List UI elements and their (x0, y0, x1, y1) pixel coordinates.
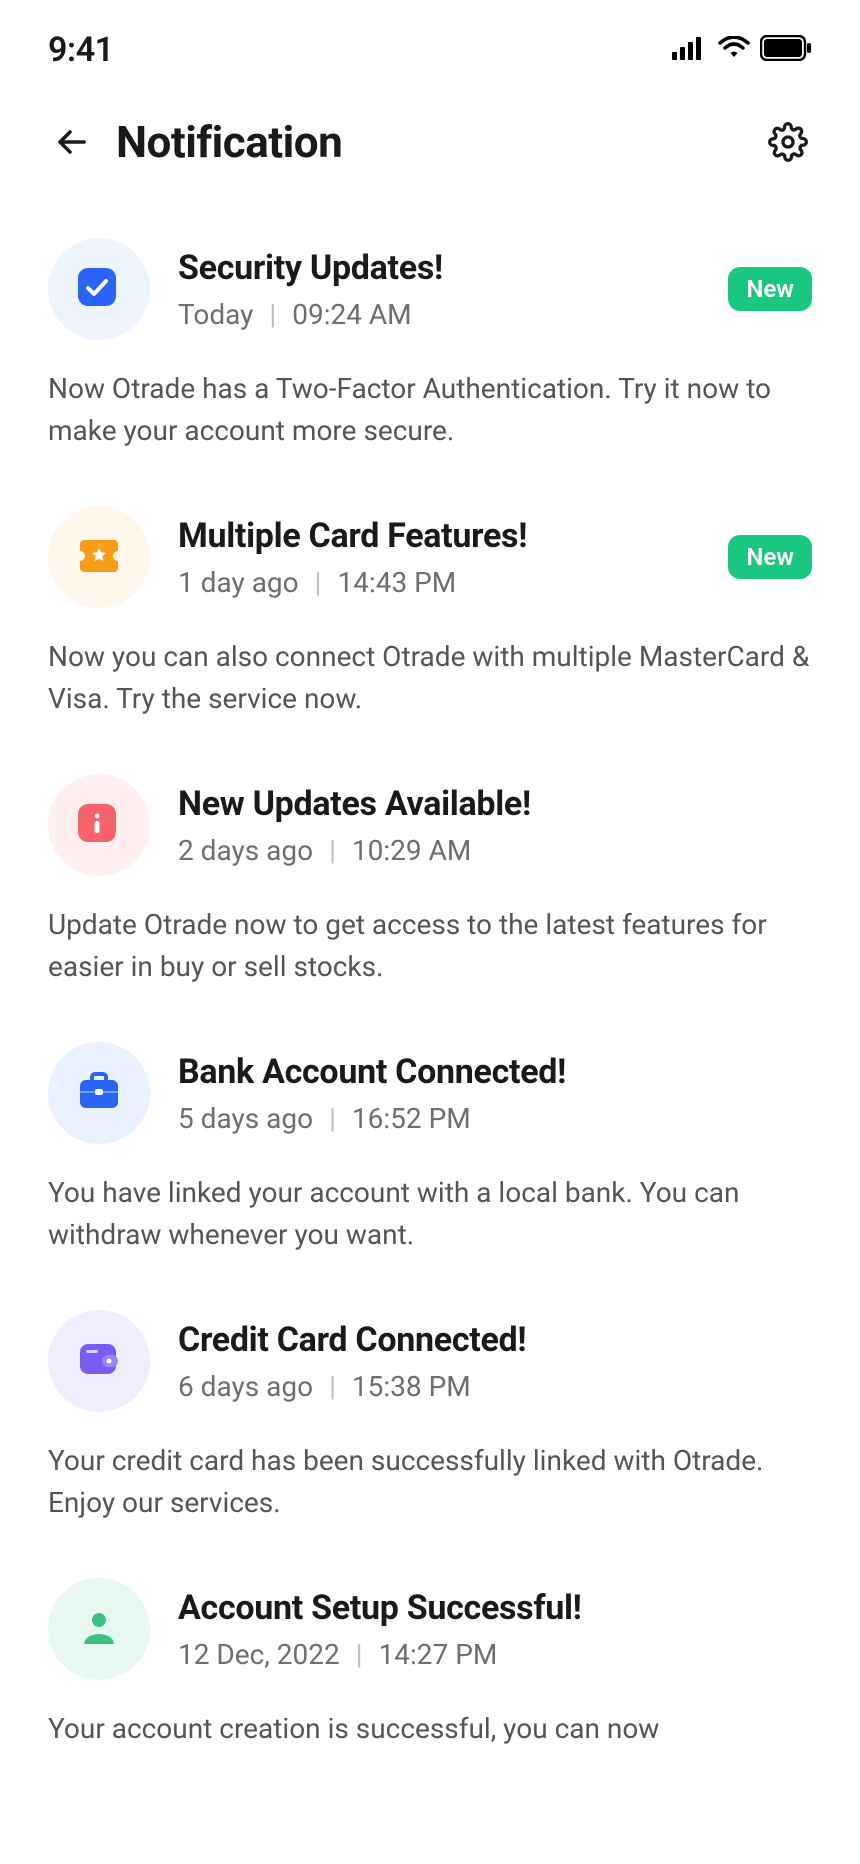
briefcase-icon (48, 1042, 150, 1144)
info-icon (48, 774, 150, 876)
notification-body: Your account creation is successful, you… (48, 1708, 812, 1750)
separator: | (329, 1102, 336, 1135)
ticket-icon (48, 506, 150, 608)
new-badge: New (728, 267, 812, 311)
status-indicators (672, 35, 812, 65)
notification-header: Bank Account Connected! 5 days ago | 16:52 … (48, 1042, 812, 1144)
notification-title: Credit Card Connected! (178, 1320, 812, 1360)
notification-meta: Credit Card Connected! 6 days ago | 15:38 P… (178, 1320, 812, 1403)
status-time: 9:41 (48, 30, 114, 70)
notification-header: Multiple Card Features! 1 day ago | 14:43 P… (48, 506, 812, 608)
notification-clock: 10:29 AM (352, 834, 471, 867)
notification-body: Now Otrade has a Two-Factor Authenticati… (48, 368, 812, 452)
notification-title: Security Updates! (178, 248, 700, 288)
notification-title: Account Setup Successful! (178, 1588, 812, 1628)
notification-clock: 16:52 PM (352, 1102, 471, 1135)
notification-header: New Updates Available! 2 days ago | 10:29 A… (48, 774, 812, 876)
notification-body: Now you can also connect Otrade with mul… (48, 636, 812, 720)
separator: | (356, 1638, 363, 1671)
notification-meta: Multiple Card Features! 1 day ago | 14:43 P… (178, 516, 700, 599)
signal-icon (672, 36, 708, 64)
notification-item[interactable]: Bank Account Connected! 5 days ago | 16:52 … (48, 1014, 812, 1282)
checkmark-icon (48, 238, 150, 340)
notification-meta: Account Setup Successful! 12 Dec, 2022 | 14… (178, 1588, 812, 1671)
notification-date: 6 days ago (178, 1370, 313, 1403)
notification-title: Multiple Card Features! (178, 516, 700, 556)
notification-meta: New Updates Available! 2 days ago | 10:29 A… (178, 784, 812, 867)
user-icon (48, 1578, 150, 1680)
notification-header: Account Setup Successful! 12 Dec, 2022 | 14… (48, 1578, 812, 1680)
notification-item[interactable]: Credit Card Connected! 6 days ago | 15:38 P… (48, 1282, 812, 1550)
notification-time: 5 days ago | 16:52 PM (178, 1102, 812, 1135)
battery-icon (760, 35, 812, 65)
new-badge: New (728, 535, 812, 579)
notification-body: Update Otrade now to get access to the l… (48, 904, 812, 988)
notification-item[interactable]: Security Updates! Today | 09:24 AM New Now Ot… (48, 210, 812, 478)
separator: | (269, 298, 276, 331)
notification-date: 1 day ago (178, 566, 299, 599)
header: Notification (0, 72, 860, 198)
wifi-icon (718, 36, 750, 64)
notification-item[interactable]: New Updates Available! 2 days ago | 10:29 A… (48, 746, 812, 1014)
gear-icon (768, 122, 808, 162)
notification-title: New Updates Available! (178, 784, 812, 824)
notification-time: Today | 09:24 AM (178, 298, 700, 331)
notification-time: 12 Dec, 2022 | 14:27 PM (178, 1638, 812, 1671)
settings-button[interactable] (764, 118, 812, 166)
notification-header: Credit Card Connected! 6 days ago | 15:38 P… (48, 1310, 812, 1412)
notification-clock: 14:43 PM (337, 566, 456, 599)
notification-body: Your credit card has been successfully l… (48, 1440, 812, 1524)
notification-meta: Bank Account Connected! 5 days ago | 16:52 … (178, 1052, 812, 1135)
wallet-icon (48, 1310, 150, 1412)
status-bar: 9:41 (0, 0, 860, 72)
arrow-left-icon (52, 122, 92, 162)
notification-item[interactable]: Account Setup Successful! 12 Dec, 2022 | 14… (48, 1550, 812, 1776)
notification-time: 1 day ago | 14:43 PM (178, 566, 700, 599)
notification-meta: Security Updates! Today | 09:24 AM (178, 248, 700, 331)
notification-item[interactable]: Multiple Card Features! 1 day ago | 14:43 P… (48, 478, 812, 746)
notification-clock: 15:38 PM (352, 1370, 471, 1403)
notification-time: 2 days ago | 10:29 AM (178, 834, 812, 867)
notification-date: 2 days ago (178, 834, 313, 867)
separator: | (329, 834, 336, 867)
notification-date: Today (178, 298, 253, 331)
notification-header: Security Updates! Today | 09:24 AM New (48, 238, 812, 340)
notification-list: Security Updates! Today | 09:24 AM New Now Ot… (0, 198, 860, 1776)
separator: | (329, 1370, 336, 1403)
notification-date: 5 days ago (178, 1102, 313, 1135)
notification-time: 6 days ago | 15:38 PM (178, 1370, 812, 1403)
back-button[interactable] (48, 118, 96, 166)
separator: | (315, 566, 322, 599)
notification-body: You have linked your account with a loca… (48, 1172, 812, 1256)
notification-clock: 09:24 AM (292, 298, 411, 331)
page-title: Notification (116, 116, 764, 168)
notification-clock: 14:27 PM (379, 1638, 498, 1671)
notification-title: Bank Account Connected! (178, 1052, 812, 1092)
notification-date: 12 Dec, 2022 (178, 1638, 340, 1671)
